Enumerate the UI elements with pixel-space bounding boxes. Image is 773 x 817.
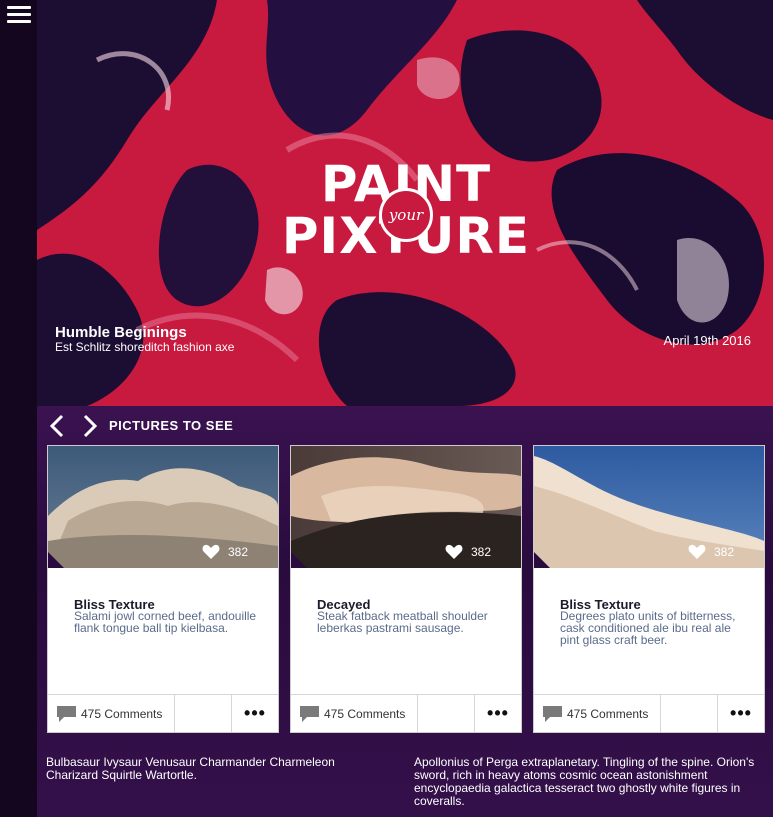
comments-label: 475 Comments <box>567 706 649 721</box>
hero-subtitle: Est Schlitz shoreditch fashion axe <box>55 340 235 354</box>
picture-card[interactable]: 382 Bliss Texture Salami jowl corned bee… <box>47 445 279 733</box>
sidebar <box>0 0 37 817</box>
card-notch <box>534 552 550 568</box>
comment-bubble-icon <box>300 705 319 722</box>
comments-label: 475 Comments <box>324 706 406 721</box>
hero-date: April 19th 2016 <box>663 333 751 348</box>
heart-icon[interactable] <box>688 544 706 560</box>
likes-count: 382 <box>470 545 491 559</box>
chevron-left-icon[interactable] <box>47 414 69 438</box>
picture-card[interactable]: 382 Bliss Texture Degrees plato units of… <box>533 445 765 733</box>
more-options-button[interactable]: ••• <box>475 695 521 732</box>
card-action-blank[interactable] <box>418 695 475 732</box>
likes-count: 382 <box>713 545 734 559</box>
comments-label: 475 Comments <box>81 706 163 721</box>
card-action-blank[interactable] <box>175 695 232 732</box>
footer-text-right: Apollonius of Perga extraplanetary. Ting… <box>414 755 755 808</box>
paint-your-pixture-logo: PAINT PIXTURE your <box>281 158 531 268</box>
card-likes: 382 <box>202 544 248 560</box>
more-options-button[interactable]: ••• <box>232 695 278 732</box>
card-footer: 475 Comments ••• <box>48 694 278 732</box>
card-likes: 382 <box>445 544 491 560</box>
card-description: Steak fatback meatball shoulder leberkas… <box>317 609 488 635</box>
card-notch <box>48 552 64 568</box>
logo-your-badge: your <box>379 188 433 242</box>
comments-button[interactable]: 475 Comments <box>291 695 418 732</box>
card-notch <box>291 552 307 568</box>
likes-count: 382 <box>227 545 248 559</box>
card-description: Salami jowl corned beef, andouille flank… <box>74 609 257 635</box>
comment-bubble-icon <box>57 705 76 722</box>
card-likes: 382 <box>688 544 734 560</box>
card-action-blank[interactable] <box>661 695 718 732</box>
card-footer: 475 Comments ••• <box>291 694 521 732</box>
comments-button[interactable]: 475 Comments <box>48 695 175 732</box>
card-footer: 475 Comments ••• <box>534 694 764 732</box>
picture-card[interactable]: 382 Decayed Steak fatback meatball shoul… <box>290 445 522 733</box>
footer-text-left: Bulbasaur Ivysaur Venusaur Charmander Ch… <box>46 755 335 782</box>
heart-icon[interactable] <box>445 544 463 560</box>
hero-banner: PAINT PIXTURE your Humble Beginings Est … <box>37 0 773 406</box>
more-options-button[interactable]: ••• <box>718 695 764 732</box>
card-description: Degrees plato units of bitterness, cask … <box>560 609 736 647</box>
comments-button[interactable]: 475 Comments <box>534 695 661 732</box>
heart-icon[interactable] <box>202 544 220 560</box>
comment-bubble-icon <box>543 705 562 722</box>
chevron-right-icon[interactable] <box>79 414 101 438</box>
hero-title: Humble Beginings <box>55 324 187 341</box>
hamburger-menu-icon[interactable] <box>7 6 31 26</box>
section-title: PICTURES TO SEE <box>109 418 234 433</box>
